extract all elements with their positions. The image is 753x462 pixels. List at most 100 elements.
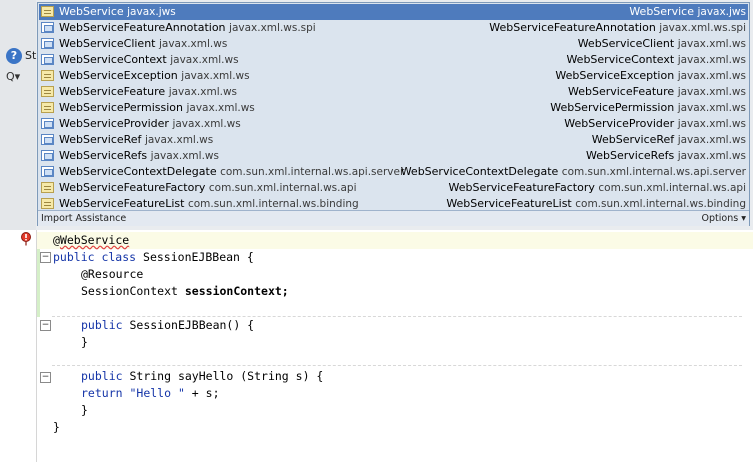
- help-icon[interactable]: ?: [6, 48, 22, 64]
- field-name: sessionContext;: [184, 284, 289, 298]
- completion-package-name: javax.xml.ws: [181, 70, 250, 82]
- completion-item[interactable]: WebService javax.jws WebService javax.jws: [39, 4, 748, 20]
- keyword: public: [81, 318, 123, 332]
- completion-item-label: WebService javax.jws: [59, 4, 176, 20]
- completion-package-name: javax.xml.ws: [677, 102, 746, 114]
- fold-toggle-icon[interactable]: −: [40, 252, 51, 263]
- interface-icon: [41, 38, 54, 49]
- completion-item-detail: WebServiceContextDelegate com.sun.xml.in…: [401, 164, 746, 180]
- completion-package-name: javax.xml.ws: [158, 38, 228, 50]
- completion-package-name: com.sun.xml.internal.ws.api: [598, 182, 746, 194]
- completion-class-name: WebServiceException: [59, 69, 178, 82]
- completion-class-name: WebService: [59, 5, 124, 18]
- completion-class-name: WebServiceContextDelegate: [59, 165, 217, 178]
- completion-item[interactable]: WebServiceFeature javax.xml.ws WebService…: [39, 84, 748, 100]
- left-panel-strip: [0, 0, 36, 230]
- completion-item-label: WebServiceRefs javax.xml.ws: [59, 148, 219, 164]
- completion-class-name: WebServicePermission: [550, 101, 675, 114]
- completion-popup[interactable]: WebService javax.jws WebService javax.jws…: [37, 2, 750, 226]
- code-line-field: SessionContext sessionContext;: [81, 283, 289, 300]
- completion-item-detail: WebServiceClient javax.xml.ws: [578, 36, 746, 52]
- class-icon: [41, 6, 54, 17]
- code-line-annotation: @WebService: [53, 232, 129, 249]
- completion-class-name: WebServiceRef: [59, 133, 142, 146]
- popup-footer: Import Assistance Options ▾: [38, 210, 749, 226]
- completion-item[interactable]: WebServiceFeatureFactory com.sun.xml.int…: [39, 180, 748, 196]
- completion-class-name: WebServiceFeature: [59, 85, 166, 98]
- completion-package-name: javax.xml.ws: [677, 70, 746, 82]
- import-assistance-label: Import Assistance: [41, 213, 127, 224]
- annotation-name: WebService: [59, 233, 130, 247]
- code-line-close-class: }: [53, 420, 60, 434]
- class-name: SessionEJBBean {: [143, 250, 254, 264]
- completion-package-name: javax.xml.ws: [677, 150, 746, 162]
- completion-class-name: WebServiceFeatureList: [446, 197, 572, 210]
- code-line-return: return "Hello " + s;: [81, 385, 220, 402]
- keyword: public: [81, 369, 123, 383]
- completion-item[interactable]: WebServiceClient javax.xml.ws WebServiceC…: [39, 36, 748, 52]
- error-icon[interactable]: [20, 232, 32, 246]
- completion-item[interactable]: WebServiceFeatureAnnotation javax.xml.ws…: [39, 20, 748, 36]
- completion-class-name: WebServiceRef: [591, 133, 675, 146]
- completion-package-name: javax.xml.ws.spi: [229, 22, 316, 34]
- completion-item-label: WebServiceContextDelegate com.sun.xml.in…: [59, 164, 404, 180]
- completion-class-name: WebServiceRefs: [59, 149, 148, 162]
- completion-item-detail: WebServiceContext javax.xml.ws: [566, 52, 746, 68]
- completion-item-detail: WebService javax.jws: [629, 4, 746, 20]
- class-icon: [41, 86, 54, 97]
- search-dropdown-icon[interactable]: Q▾: [6, 70, 32, 84]
- completion-item-label: WebServiceFeatureFactory com.sun.xml.int…: [59, 180, 357, 196]
- completion-class-name: WebServiceFeature: [567, 85, 675, 98]
- completion-item[interactable]: WebServiceContext javax.xml.ws WebService…: [39, 52, 748, 68]
- completion-class-name: WebServiceException: [555, 69, 675, 82]
- completion-class-name: WebServiceClient: [577, 37, 675, 50]
- completion-item[interactable]: WebServiceContextDelegate com.sun.xml.in…: [39, 164, 748, 180]
- class-icon: [41, 182, 54, 193]
- completion-class-name: WebServicePermission: [59, 101, 183, 114]
- completion-class-name: WebServiceContextDelegate: [400, 165, 559, 178]
- completion-package-name: javax.xml.ws: [168, 86, 238, 98]
- completion-item-detail: WebServiceFeatureFactory com.sun.xml.int…: [448, 180, 746, 196]
- editor-gutter: [0, 230, 37, 462]
- completion-item-label: WebServiceException javax.xml.ws: [59, 68, 250, 84]
- completion-item[interactable]: WebServiceException javax.xml.ws WebServi…: [39, 68, 748, 84]
- completion-package-name: javax.xml.ws: [677, 134, 746, 146]
- completion-item-label: WebServiceClient javax.xml.ws: [59, 36, 227, 52]
- completion-package-name: javax.jws: [127, 6, 176, 18]
- fold-toggle-icon[interactable]: −: [40, 320, 51, 331]
- fold-toggle-icon[interactable]: −: [40, 372, 51, 383]
- completion-package-name: javax.xml.ws: [144, 134, 214, 146]
- completion-item[interactable]: WebServiceProvider javax.xml.ws WebServic…: [39, 116, 748, 132]
- interface-icon: [41, 150, 54, 161]
- code-line-close: }: [81, 335, 88, 349]
- completion-class-name: WebServiceContext: [566, 53, 675, 66]
- code-line-close: }: [81, 403, 88, 417]
- keyword: public class: [53, 250, 137, 264]
- completion-item[interactable]: WebServiceRef javax.xml.ws WebServiceRef …: [39, 132, 748, 148]
- code-line-method: public String sayHello (String s) {: [81, 368, 323, 385]
- completion-item[interactable]: WebServicePermission javax.xml.ws WebServ…: [39, 100, 748, 116]
- completion-package-name: javax.xml.ws: [677, 38, 746, 50]
- completion-item[interactable]: WebServiceRefs javax.xml.ws WebServiceRef…: [39, 148, 748, 164]
- completion-package-name: com.sun.xml.internal.ws.api: [208, 182, 357, 194]
- completion-package-name: javax.xml.ws: [170, 54, 239, 66]
- method-signature: String sayHello (String s) {: [129, 369, 324, 383]
- completion-package-name: com.sun.xml.internal.ws.api.server: [561, 166, 746, 178]
- completion-package-name: javax.xml.ws: [186, 102, 255, 114]
- completion-class-name: WebServiceRefs: [586, 149, 675, 162]
- field-type: SessionContext: [81, 284, 178, 298]
- string-literal: "Hello ": [129, 386, 185, 400]
- options-button[interactable]: Options ▾: [702, 211, 746, 226]
- completion-class-name: WebServiceFeatureList: [59, 197, 185, 210]
- completion-package-name: javax.xml.ws: [677, 118, 746, 130]
- completion-class-name: WebServiceProvider: [564, 117, 675, 130]
- completion-class-name: WebServiceContext: [59, 53, 167, 66]
- keyword: return: [81, 386, 123, 400]
- completion-class-name: WebService: [629, 5, 694, 18]
- interface-icon: [41, 22, 54, 33]
- completion-class-name: WebServiceFeatureFactory: [59, 181, 206, 194]
- current-line-highlight: [37, 232, 753, 249]
- completion-package-name: javax.xml.ws.spi: [659, 22, 746, 34]
- completion-item-detail: WebServiceFeatureAnnotation javax.xml.ws…: [489, 20, 746, 36]
- completion-package-name: javax.jws: [697, 6, 746, 18]
